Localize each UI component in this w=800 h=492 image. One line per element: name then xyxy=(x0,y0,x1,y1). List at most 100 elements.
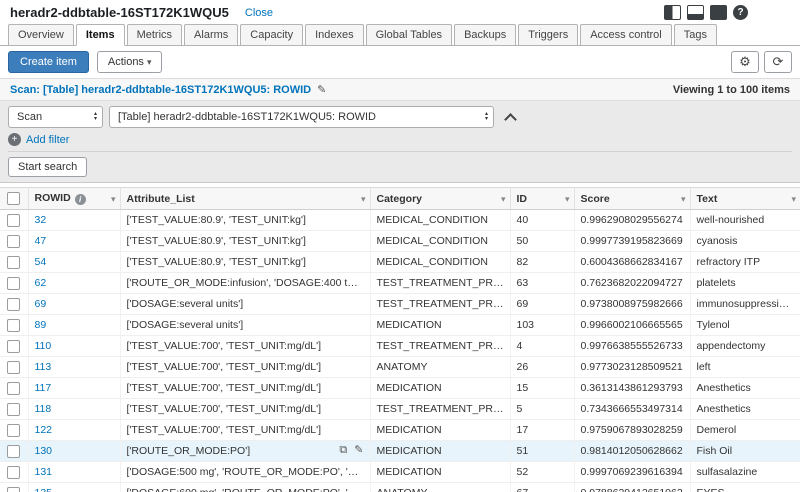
select-all-checkbox[interactable] xyxy=(7,192,21,205)
row-checkbox-cell xyxy=(0,293,29,315)
table-row[interactable]: 117 ['TEST_VALUE:700', 'TEST_UNIT:mg/dL']… xyxy=(0,377,800,399)
attribute-list-cell: ['TEST_VALUE:700', 'TEST_UNIT:mg/dL'] xyxy=(120,419,371,441)
tab-capacity[interactable]: Capacity xyxy=(240,24,304,46)
tab-tags[interactable]: Tags xyxy=(673,24,717,46)
table-row[interactable]: 130 ['ROUTE_OR_MODE:PO'] ⧉ ✎ MEDICATION 51 0.9… xyxy=(0,440,800,462)
target-select[interactable]: [Table] heradr2-ddbtable-16ST172K1WQU5: … xyxy=(109,106,494,128)
table-row[interactable]: 32 ['TEST_VALUE:80.9', 'TEST_UNIT:kg'] MED… xyxy=(0,209,800,231)
add-filter-link[interactable]: Add filter xyxy=(26,134,69,146)
column-header-attribute-list[interactable]: Attribute_List ▾ xyxy=(120,187,371,210)
rowid-link[interactable]: 69 xyxy=(35,298,47,310)
tab-alarms[interactable]: Alarms xyxy=(184,24,239,46)
row-checkbox[interactable] xyxy=(7,402,21,416)
rowid-link[interactable]: 117 xyxy=(35,382,52,394)
table-row[interactable]: 62 ['ROUTE_OR_MODE:infusion', 'DOSAGE:400… xyxy=(0,272,800,294)
rowid-link[interactable]: 47 xyxy=(35,235,47,247)
score-cell: 0.9788629412651062 xyxy=(574,482,691,492)
attribute-list-cell: ['TEST_VALUE:700', 'TEST_UNIT:mg/dL'] xyxy=(120,398,371,420)
attribute-list-cell: ['DOSAGE:several units'] xyxy=(120,293,371,315)
refresh-button[interactable]: ⟳ xyxy=(764,51,792,73)
tab-global-tables[interactable]: Global Tables xyxy=(365,24,453,46)
rowid-cell: 89 xyxy=(28,314,121,336)
tab-metrics[interactable]: Metrics xyxy=(126,24,183,46)
split-panel-icon[interactable] xyxy=(664,5,681,20)
copy-icon[interactable]: ⧉ xyxy=(339,444,347,456)
score-cell: 0.9997069239616394 xyxy=(574,461,691,483)
row-checkbox[interactable] xyxy=(7,318,21,332)
table-row[interactable]: 135 ['DOSAGE:600 mg', 'ROUTE_OR_MODE:PO',… xyxy=(0,482,800,492)
rowid-link[interactable]: 62 xyxy=(35,277,47,289)
table-row[interactable]: 113 ['TEST_VALUE:700', 'TEST_UNIT:mg/dL']… xyxy=(0,356,800,378)
column-header-id[interactable]: ID ▾ xyxy=(510,187,575,210)
rowid-link[interactable]: 110 xyxy=(35,340,52,352)
bottom-panel-icon[interactable] xyxy=(687,5,704,20)
row-checkbox[interactable] xyxy=(7,486,21,492)
table-row[interactable]: 131 ['DOSAGE:500 mg', 'ROUTE_OR_MODE:PO',… xyxy=(0,461,800,483)
row-checkbox[interactable] xyxy=(7,234,21,248)
create-item-button[interactable]: Create item xyxy=(8,51,89,73)
edit-pencil-icon[interactable]: ✎ xyxy=(354,444,363,456)
category-cell: MEDICAL_CONDITION xyxy=(370,251,511,273)
tab-triggers[interactable]: Triggers xyxy=(518,24,579,46)
rowid-link[interactable]: 118 xyxy=(35,403,52,415)
close-link[interactable]: Close xyxy=(245,7,273,19)
table-row[interactable]: 89 ['DOSAGE:several units'] MEDICATION 103 0… xyxy=(0,314,800,336)
table-row[interactable]: 122 ['TEST_VALUE:700', 'TEST_UNIT:mg/dL']… xyxy=(0,419,800,441)
category-cell: ANATOMY xyxy=(370,482,511,492)
category-cell: TEST_TREATMENT_PROCEDURE xyxy=(370,335,511,357)
column-header-score[interactable]: Score ▾ xyxy=(574,187,691,210)
table-row[interactable]: 118 ['TEST_VALUE:700', 'TEST_UNIT:mg/dL']… xyxy=(0,398,800,420)
rowid-link[interactable]: 54 xyxy=(35,256,47,268)
collapse-chevron-icon[interactable] xyxy=(504,112,517,126)
row-checkbox[interactable] xyxy=(7,213,21,227)
row-checkbox[interactable] xyxy=(7,381,21,395)
id-cell: 50 xyxy=(510,230,575,252)
table-row[interactable]: 54 ['TEST_VALUE:80.9', 'TEST_UNIT:kg'] MED… xyxy=(0,251,800,273)
row-checkbox[interactable] xyxy=(7,276,21,290)
column-header-category[interactable]: Category ▾ xyxy=(370,187,511,210)
tab-indexes[interactable]: Indexes xyxy=(305,24,364,46)
tab-overview[interactable]: Overview xyxy=(8,24,74,46)
row-checkbox[interactable] xyxy=(7,360,21,374)
column-label: Text xyxy=(696,192,718,205)
attribute-list-value: ['DOSAGE:several units'] xyxy=(126,319,244,331)
rowid-link[interactable]: 32 xyxy=(35,214,47,226)
rowid-cell: 113 xyxy=(28,356,121,378)
column-header-rowid[interactable]: ROWID i ▾ xyxy=(28,187,121,210)
rowid-link[interactable]: 135 xyxy=(35,487,53,492)
row-checkbox[interactable] xyxy=(7,465,21,479)
table-row[interactable]: 69 ['DOSAGE:several units'] TEST_TREATMENT… xyxy=(0,293,800,315)
gear-icon: ⚙ xyxy=(739,54,751,69)
rowid-link[interactable]: 131 xyxy=(35,466,53,478)
info-icon[interactable]: i xyxy=(74,194,86,205)
table-row[interactable]: 47 ['TEST_VALUE:80.9', 'TEST_UNIT:kg'] MED… xyxy=(0,230,800,252)
row-checkbox[interactable] xyxy=(7,423,21,437)
rowid-link[interactable]: 113 xyxy=(35,361,52,373)
help-icon[interactable]: ? xyxy=(733,5,748,20)
column-caret-icon: ▾ xyxy=(360,194,366,204)
row-checkbox[interactable] xyxy=(7,255,21,269)
category-cell: MEDICATION xyxy=(370,419,511,441)
actions-button[interactable]: Actions ▾ xyxy=(96,51,163,73)
row-checkbox[interactable] xyxy=(7,297,21,311)
attribute-list-value: ['ROUTE_OR_MODE:infusion', 'DOSAGE:400 t… xyxy=(126,277,370,289)
edit-pencil-icon[interactable]: ✎ xyxy=(317,83,326,96)
rowid-cell: 122 xyxy=(28,419,121,441)
row-checkbox[interactable] xyxy=(7,339,21,353)
row-checkbox[interactable] xyxy=(7,444,21,458)
start-search-button[interactable]: Start search xyxy=(8,157,88,177)
rowid-link[interactable]: 130 xyxy=(35,445,53,457)
tab-access-control[interactable]: Access control xyxy=(580,24,672,46)
tab-items[interactable]: Items xyxy=(75,24,125,46)
rowid-link[interactable]: 122 xyxy=(35,424,53,436)
full-panel-icon[interactable] xyxy=(710,5,727,20)
filter-row: Scan ▴ ▾ [Table] heradr2-ddbtable-16ST172… xyxy=(8,106,792,128)
column-header-text[interactable]: Text ▾ xyxy=(690,187,800,210)
settings-button[interactable]: ⚙ xyxy=(731,51,759,73)
scan-title: Scan: [Table] heradr2-ddbtable-16ST172K1… xyxy=(10,83,312,96)
tab-backups[interactable]: Backups xyxy=(454,24,517,46)
id-cell: 67 xyxy=(510,482,575,492)
rowid-link[interactable]: 89 xyxy=(35,319,47,331)
table-row[interactable]: 110 ['TEST_VALUE:700', 'TEST_UNIT:mg/dL']… xyxy=(0,335,800,357)
operation-select[interactable]: Scan ▴ ▾ xyxy=(8,106,103,128)
